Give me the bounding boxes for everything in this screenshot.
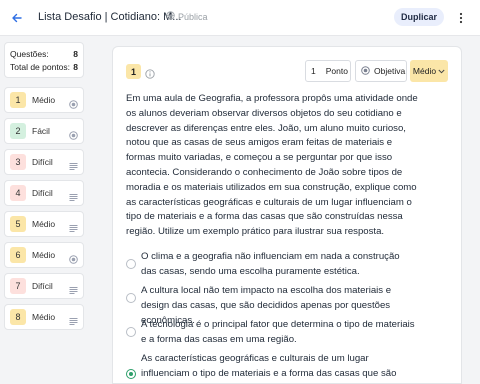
question-item-8[interactable]: 8 Médio [4, 304, 84, 330]
question-item-1[interactable]: 1 Médio [4, 87, 84, 113]
question-item-6[interactable]: 6 Médio [4, 242, 84, 268]
points-field[interactable]: 1 Ponto [305, 60, 351, 82]
top-bar: Lista Desafio | Cotidiano: M... Pública … [0, 0, 480, 36]
question-item-4[interactable]: 4 Difícil [4, 180, 84, 206]
question-number: 3 [10, 154, 26, 170]
question-level: Médio [32, 95, 56, 105]
question-type-label: Objetiva [374, 66, 406, 76]
visibility-label: Pública [178, 11, 208, 22]
questions-count-value: 8 [73, 49, 78, 59]
back-arrow-icon[interactable] [8, 9, 26, 27]
visibility-indicator: Pública [166, 11, 208, 22]
radio-icon [361, 65, 370, 77]
option-text: A tecnologia é o principal fator que det… [141, 319, 415, 345]
question-level: Médio [32, 312, 56, 322]
duplicate-button[interactable]: Duplicar [394, 8, 444, 26]
question-level: Difícil [32, 157, 53, 167]
radio-icon [69, 251, 78, 264]
question-type-selector[interactable]: Objetiva [355, 60, 407, 82]
text-lines-icon [69, 313, 78, 325]
question-level: Médio [32, 219, 56, 229]
globe-icon [166, 11, 175, 22]
total-points-label: Total de pontos: [10, 62, 71, 72]
question-level: Difícil [32, 281, 53, 291]
page-title: Lista Desafio | Cotidiano: M... [38, 11, 182, 23]
total-points-value: 8 [73, 62, 78, 72]
question-number-badge: 1 [126, 64, 141, 79]
question-number: 4 [10, 185, 26, 201]
question-item-7[interactable]: 7 Difícil [4, 273, 84, 299]
radio-icon [69, 96, 78, 109]
points-value: 1 [311, 66, 316, 76]
text-lines-icon [69, 158, 78, 170]
text-lines-icon [69, 189, 78, 201]
question-statement: Em uma aula de Geografia, a professora p… [126, 93, 418, 238]
question-number: 6 [10, 247, 26, 263]
text-lines-icon [69, 220, 78, 232]
summary-card: Questões: 8 Total de pontos: 8 [4, 42, 84, 78]
question-level: Médio [32, 250, 56, 260]
difficulty-dropdown[interactable]: Médio [410, 60, 448, 82]
question-item-5[interactable]: 5 Médio [4, 211, 84, 237]
more-options-icon[interactable] [455, 9, 467, 27]
question-number: 7 [10, 278, 26, 294]
question-number: 1 [10, 92, 26, 108]
radio-icon [69, 127, 78, 140]
option-radio[interactable] [126, 327, 136, 337]
text-lines-icon [69, 282, 78, 294]
option-text: O clima e a geografia não influenciam em… [141, 251, 400, 277]
option-radio-selected[interactable] [126, 369, 136, 379]
question-number: 8 [10, 309, 26, 325]
points-unit: Ponto [325, 66, 348, 76]
chevron-down-icon [438, 66, 445, 76]
question-number: 2 [10, 123, 26, 139]
option-text: As características geográficas e cultura… [141, 353, 397, 384]
difficulty-label: Médio [412, 66, 437, 76]
questions-count-label: Questões: [10, 49, 49, 59]
question-item-2[interactable]: 2 Fácil [4, 118, 84, 144]
question-level: Fácil [32, 126, 50, 136]
info-icon[interactable] [145, 66, 155, 79]
question-item-3[interactable]: 3 Difícil [4, 149, 84, 175]
question-level: Difícil [32, 188, 53, 198]
option-radio[interactable] [126, 293, 136, 303]
option-radio[interactable] [126, 259, 136, 269]
question-number: 5 [10, 216, 26, 232]
